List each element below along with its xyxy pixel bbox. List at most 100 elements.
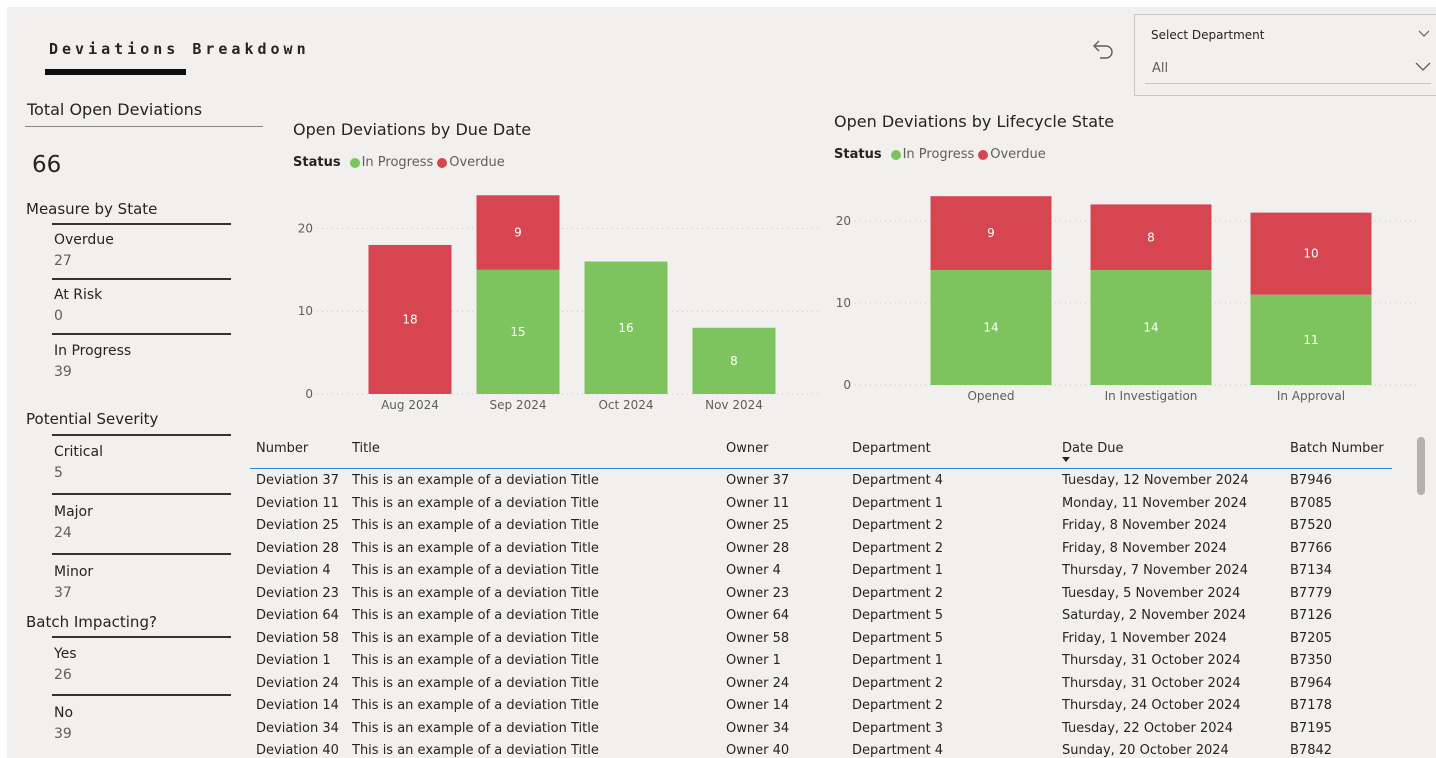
table-row[interactable]: Deviation 34 This is an example of a devi… xyxy=(250,718,1400,740)
cell-date-due: Thursday, 24 October 2024 xyxy=(1062,698,1241,713)
divider xyxy=(52,694,231,696)
cell-date-due: Monday, 11 November 2024 xyxy=(1062,495,1248,511)
data-label: 15 xyxy=(510,325,525,339)
data-label: 8 xyxy=(730,354,738,368)
cell-department: Department 4 xyxy=(852,473,944,488)
divider xyxy=(52,553,231,555)
cell-department: Department 1 xyxy=(852,563,944,578)
legend-in-progress-swatch xyxy=(349,157,360,168)
table-row[interactable]: Deviation 25 This is an example of a devi… xyxy=(250,515,1400,537)
divider xyxy=(52,278,231,280)
department-dropdown-value: All xyxy=(1152,61,1169,76)
batch-yes-label: Yes xyxy=(54,646,77,662)
undo-icon[interactable] xyxy=(1089,37,1115,65)
y-tick-label: 0 xyxy=(843,378,851,392)
measure-by-state-title: Measure by State xyxy=(26,200,158,218)
severity-minor-value: 37 xyxy=(54,585,72,601)
cell-department: Department 5 xyxy=(852,630,944,646)
column-header-department[interactable]: Department xyxy=(852,441,931,456)
severity-major-label: Major xyxy=(54,504,93,520)
table-row[interactable]: Deviation 40 This is an example of a devi… xyxy=(250,740,1400,758)
total-open-value: 66 xyxy=(32,152,62,178)
table-row[interactable]: Deviation 24 This is an example of a devi… xyxy=(250,673,1400,695)
batch-no-label: No xyxy=(54,705,74,721)
table-row[interactable]: Deviation 23 This is an example of a devi… xyxy=(250,583,1400,605)
table-scrollbar[interactable] xyxy=(1417,437,1425,495)
table-row[interactable]: Deviation 58 This is an example of a devi… xyxy=(250,628,1400,650)
cell-title: This is an example of a deviation Title xyxy=(352,698,599,713)
legend-overdue-label: Overdue xyxy=(449,155,505,170)
table-row[interactable]: Deviation 64 This is an example of a devi… xyxy=(250,605,1400,627)
divider xyxy=(52,434,231,436)
x-tick-label: Sep 2024 xyxy=(490,398,547,412)
cell-batch-number: B7766 xyxy=(1290,540,1333,556)
cell-title: This is an example of a deviation Title xyxy=(352,518,599,533)
x-tick-label: Aug 2024 xyxy=(381,398,439,412)
legend-in-progress-label: In Progress xyxy=(902,147,975,162)
chart-lifecycle[interactable]: 0 10 20 14 9 Opened 14 8 In Investigation 11 10 In … xyxy=(827,177,1417,412)
department-dropdown[interactable]: All xyxy=(1145,53,1431,84)
chart-due-date[interactable]: 0 10 20 18 Aug 2024 15 9 Sep 2024 16 Oct 2024 8 Nov… xyxy=(267,182,822,422)
data-label: 10 xyxy=(1303,247,1318,261)
cell-number: Deviation 24 xyxy=(256,675,339,691)
x-tick-label: Nov 2024 xyxy=(705,398,763,412)
cell-batch-number: B7178 xyxy=(1290,698,1333,713)
x-tick-label: Opened xyxy=(967,389,1014,403)
column-header-title[interactable]: Title xyxy=(352,441,380,456)
cell-department: Department 1 xyxy=(852,495,944,511)
sort-descending-icon[interactable] xyxy=(1062,457,1070,462)
severity-minor-label: Minor xyxy=(54,564,94,580)
legend-status-label: Status xyxy=(834,147,882,162)
batch-yes-value: 26 xyxy=(54,667,72,683)
cell-number: Deviation 58 xyxy=(256,630,339,646)
cell-number: Deviation 25 xyxy=(256,518,339,533)
cell-department: Department 2 xyxy=(852,585,944,601)
divider xyxy=(52,333,231,335)
page-title: Deviations Breakdown xyxy=(49,40,310,58)
cell-date-due: Friday, 8 November 2024 xyxy=(1062,518,1227,533)
collapse-chevron-icon[interactable] xyxy=(1418,27,1430,41)
cell-number: Deviation 34 xyxy=(256,720,339,736)
data-label: 8 xyxy=(1147,230,1155,244)
cell-date-due: Saturday, 2 November 2024 xyxy=(1062,608,1247,623)
department-slicer-label: Select Department xyxy=(1151,28,1265,42)
cell-date-due: Tuesday, 5 November 2024 xyxy=(1062,585,1241,601)
column-header-batch-number[interactable]: Batch Number xyxy=(1290,441,1384,456)
cell-owner: Owner 28 xyxy=(726,540,790,556)
data-label: 9 xyxy=(514,226,522,240)
cell-title: This is an example of a deviation Title xyxy=(352,608,599,623)
cell-department: Department 2 xyxy=(852,698,944,713)
cell-owner: Owner 4 xyxy=(726,563,781,578)
table-row[interactable]: Deviation 37 This is an example of a devi… xyxy=(250,470,1400,492)
legend-overdue-label: Overdue xyxy=(990,147,1046,162)
cell-owner: Owner 34 xyxy=(726,720,790,736)
cell-date-due: Friday, 1 November 2024 xyxy=(1062,630,1227,646)
cell-date-due: Tuesday, 22 October 2024 xyxy=(1062,720,1234,736)
report-canvas: Deviations Breakdown Select Department A… xyxy=(7,7,1436,758)
y-tick-label: 0 xyxy=(305,387,313,401)
cell-batch-number: B7350 xyxy=(1290,653,1333,668)
cell-department: Department 5 xyxy=(852,608,944,623)
cell-title: This is an example of a deviation Title xyxy=(352,743,599,758)
data-label: 18 xyxy=(402,312,417,326)
cell-date-due: Thursday, 31 October 2024 xyxy=(1062,675,1241,691)
chevron-down-icon[interactable] xyxy=(1415,57,1431,76)
batch-no-value: 39 xyxy=(54,726,72,742)
column-header-owner[interactable]: Owner xyxy=(726,441,768,456)
table-row[interactable]: Deviation 11 This is an example of a devi… xyxy=(250,493,1400,515)
data-label: 14 xyxy=(1143,321,1158,335)
cell-department: Department 1 xyxy=(852,653,944,668)
column-header-number[interactable]: Number xyxy=(256,441,308,456)
table-row[interactable]: Deviation 28 This is an example of a devi… xyxy=(250,538,1400,560)
table-row[interactable]: Deviation 1 This is an example of a devia… xyxy=(250,650,1400,672)
table-row[interactable]: Deviation 4 This is an example of a devia… xyxy=(250,560,1400,582)
cell-title: This is an example of a deviation Title xyxy=(352,675,599,691)
cell-date-due: Thursday, 31 October 2024 xyxy=(1062,653,1241,668)
column-header-date-due[interactable]: Date Due xyxy=(1062,441,1123,456)
cell-title: This is an example of a deviation Title xyxy=(352,540,599,556)
title-underline xyxy=(45,69,186,75)
severity-critical-value: 5 xyxy=(54,465,63,481)
table-row[interactable]: Deviation 14 This is an example of a devi… xyxy=(250,695,1400,717)
cell-number: Deviation 28 xyxy=(256,540,339,556)
department-slicer[interactable]: Select Department All xyxy=(1134,14,1436,96)
